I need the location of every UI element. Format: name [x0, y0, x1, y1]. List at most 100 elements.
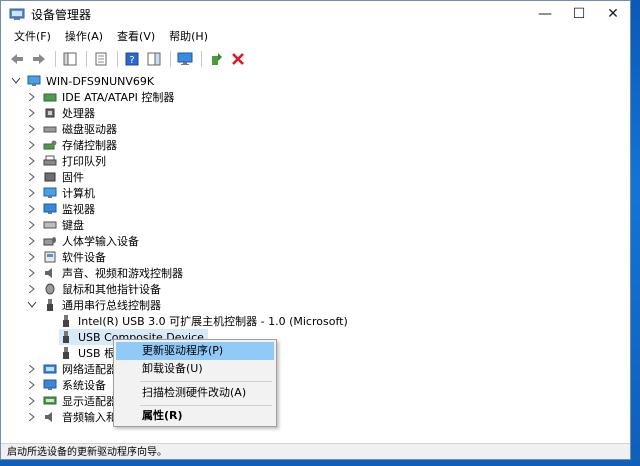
tree-device-label: Intel(R) USB 3.0 可扩展主机控制器 - 1.0 (Microso…	[78, 315, 348, 328]
forward-button[interactable]	[29, 49, 49, 69]
menu-scan-hardware[interactable]: 扫描检测硬件改动(A)	[116, 384, 274, 402]
menu-file[interactable]: 文件(F)	[7, 27, 58, 47]
minimize-button[interactable]: —	[528, 1, 562, 27]
menu-uninstall-device[interactable]: 卸载设备(U)	[116, 360, 274, 378]
chevron-right-icon[interactable]	[27, 236, 37, 246]
tree-category[interactable]: 磁盘驱动器	[27, 121, 117, 137]
menu-separator	[140, 405, 272, 406]
firmware-icon	[43, 171, 57, 183]
chevron-right-icon[interactable]	[27, 268, 37, 278]
tree-category-label: 人体学输入设备	[62, 235, 139, 248]
tree-category[interactable]: 人体学输入设备	[27, 233, 139, 249]
tree-category-label: 固件	[62, 171, 84, 184]
chevron-right-icon[interactable]	[27, 188, 37, 198]
tree-category[interactable]: 存储控制器	[27, 137, 117, 153]
tree-category[interactable]: 计算机	[27, 185, 95, 201]
tree-category-usb[interactable]: 通用串行总线控制器	[27, 297, 161, 313]
toolbar: ?	[1, 47, 630, 72]
toolbar-separator	[86, 51, 87, 67]
computer-icon	[27, 75, 41, 87]
chevron-down-icon[interactable]	[11, 76, 21, 86]
keyboard-icon	[43, 219, 57, 231]
chevron-right-icon[interactable]	[27, 412, 37, 422]
usb-icon	[59, 315, 73, 327]
context-menu: 更新驱动程序(P) 卸载设备(U) 扫描检测硬件改动(A) 属性(R)	[113, 339, 277, 427]
tree-category[interactable]: 键盘	[27, 217, 84, 233]
tree-category-label: 显示适配器	[62, 395, 117, 408]
tree-category-label: 音频输入和	[62, 411, 117, 424]
properties-icon	[95, 52, 107, 66]
chevron-right-icon[interactable]	[27, 284, 37, 294]
back-button[interactable]	[7, 49, 27, 69]
help-icon: ?	[125, 52, 139, 66]
help-toolbar-button[interactable]: ?	[122, 49, 142, 69]
chevron-right-icon[interactable]	[27, 108, 37, 118]
chevron-right-icon[interactable]	[27, 396, 37, 406]
software-device-icon	[43, 251, 57, 263]
uninstall-toolbar-button[interactable]	[228, 49, 248, 69]
close-button[interactable]: ✕	[596, 1, 630, 27]
menu-action[interactable]: 操作(A)	[58, 27, 110, 47]
disk-drive-icon	[43, 123, 57, 135]
action-pane-icon	[147, 52, 161, 66]
tree-category[interactable]: 系统设备	[27, 377, 106, 393]
tree-root-label: WIN-DFS9NUNV69K	[46, 74, 155, 88]
toolbar-separator	[170, 51, 171, 67]
chevron-right-icon[interactable]	[27, 140, 37, 150]
title-bar: 设备管理器 — ☐ ✕	[1, 1, 630, 27]
tree-category-label: 存储控制器	[62, 139, 117, 152]
chevron-down-icon[interactable]	[27, 300, 37, 310]
tree-category[interactable]: IDE ATA/ATAPI 控制器	[27, 89, 174, 105]
chevron-right-icon[interactable]	[27, 92, 37, 102]
chevron-right-icon[interactable]	[27, 156, 37, 166]
tree-category-label: 处理器	[62, 107, 95, 120]
console-tree-icon	[63, 52, 77, 66]
scan-hardware-button[interactable]	[175, 49, 195, 69]
properties-toolbar-button[interactable]	[91, 49, 111, 69]
tree-category[interactable]: 显示适配器	[27, 393, 117, 409]
tree-category[interactable]: 鼠标和其他指针设备	[27, 281, 161, 297]
display-adapter-icon	[43, 395, 57, 407]
update-driver-toolbar-button[interactable]	[206, 49, 226, 69]
menu-view[interactable]: 查看(V)	[110, 27, 162, 47]
menu-update-driver[interactable]: 更新驱动程序(P)	[116, 342, 274, 360]
toolbar-separator	[117, 51, 118, 67]
monitor-icon	[43, 203, 57, 215]
ide-controller-icon	[43, 91, 57, 103]
tree-category[interactable]: 打印队列	[27, 153, 106, 169]
monitor-scan-icon	[177, 52, 193, 65]
maximize-button[interactable]: ☐	[562, 1, 596, 27]
chevron-right-icon[interactable]	[27, 220, 37, 230]
hid-icon	[43, 235, 57, 247]
show-hide-tree-button[interactable]	[60, 49, 80, 69]
arrow-left-icon	[11, 54, 23, 64]
tree-category[interactable]: 音频输入和	[27, 409, 117, 425]
tree-category-label: IDE ATA/ATAPI 控制器	[62, 91, 175, 104]
computer-icon	[43, 187, 57, 199]
menu-help[interactable]: 帮助(H)	[162, 27, 215, 47]
tree-category[interactable]: 处理器	[27, 105, 95, 121]
chevron-right-icon[interactable]	[27, 380, 37, 390]
tree-device[interactable]: Intel(R) USB 3.0 可扩展主机控制器 - 1.0 (Microso…	[59, 313, 348, 329]
delete-x-icon	[232, 53, 244, 65]
chevron-right-icon[interactable]	[27, 204, 37, 214]
menu-properties[interactable]: 属性(R)	[116, 407, 274, 425]
action-pane-button[interactable]	[144, 49, 164, 69]
printer-icon	[43, 155, 57, 167]
audio-input-icon	[43, 411, 57, 423]
chevron-right-icon[interactable]	[27, 252, 37, 262]
usb-icon	[59, 347, 73, 359]
tree-category[interactable]: 网络适配器	[27, 361, 117, 377]
tree-category[interactable]: 软件设备	[27, 249, 106, 265]
tree-category[interactable]: 声音、视频和游戏控制器	[27, 265, 183, 281]
toolbar-separator	[55, 51, 56, 67]
device-tree: WIN-DFS9NUNV69K IDE ATA/ATAPI 控制器 处理器 磁盘…	[1, 71, 630, 443]
tree-category[interactable]: 固件	[27, 169, 84, 185]
storage-controller-icon	[43, 139, 57, 151]
chevron-right-icon[interactable]	[27, 364, 37, 374]
chevron-right-icon[interactable]	[27, 172, 37, 182]
tree-category[interactable]: 监视器	[27, 201, 95, 217]
tree-root[interactable]: WIN-DFS9NUNV69K	[11, 73, 154, 89]
tree-category-label: 监视器	[62, 203, 95, 216]
chevron-right-icon[interactable]	[27, 124, 37, 134]
